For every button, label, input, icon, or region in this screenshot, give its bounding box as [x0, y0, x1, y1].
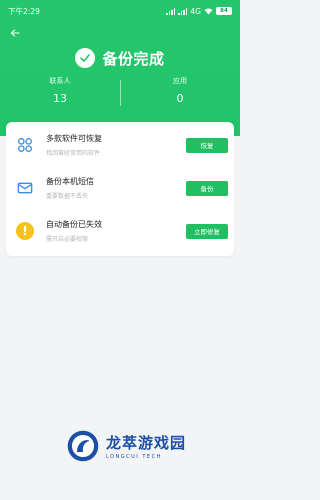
- watermark-sub: LONGCUI TECH: [106, 454, 162, 460]
- message-envelope-icon: [16, 179, 34, 197]
- backup-button[interactable]: 备份: [186, 180, 228, 196]
- row-title: 多款软件可恢复: [46, 134, 102, 143]
- list-item-backup-sms[interactable]: 备份本机短信 重要数据不丢失 备份: [6, 167, 234, 209]
- back-arrow-icon: [10, 29, 20, 37]
- row-subtitle: 重要数据不丢失: [46, 193, 89, 200]
- title-row: 备份完成: [0, 46, 240, 70]
- signal-icon-2: [178, 7, 188, 15]
- status-time: 下午2:29: [8, 6, 40, 16]
- stat-label: 联系人: [49, 77, 71, 85]
- row-subtitle: 找回曾经常用的软件: [46, 150, 101, 157]
- suggestion-card: 多款软件可恢复 找回曾经常用的软件 恢复 备份本机短信 重要数据不丢失 备份 !…: [6, 122, 234, 256]
- watermark-logo: 龙萃游戏园 LONGCUI TECH: [66, 426, 226, 466]
- row-title: 备份本机短信: [46, 177, 94, 186]
- network-type: 4G: [190, 6, 201, 16]
- battery-indicator: 84: [216, 7, 232, 15]
- list-item-restore-apps[interactable]: 多款软件可恢复 找回曾经常用的软件 恢复: [6, 124, 234, 166]
- stat-apps: 应用 0: [120, 76, 240, 112]
- status-icons: 4G 84: [166, 7, 232, 16]
- header-banner: 下午2:29 4G 84 备份完成 联系人 13 应用 0: [0, 0, 240, 136]
- signal-icon: [166, 7, 176, 15]
- watermark-text: 龙萃游戏园 LONGCUI TECH: [106, 432, 186, 460]
- stat-divider: [120, 80, 121, 106]
- stat-label: 应用: [173, 77, 187, 85]
- row-text: 多款软件可恢复 找回曾经常用的软件: [46, 133, 102, 157]
- dragon-logo-icon: [67, 430, 99, 462]
- row-subtitle: 需开启必要权限: [46, 236, 89, 243]
- row-title: 自动备份已失效: [46, 220, 102, 229]
- restore-button[interactable]: 恢复: [186, 137, 228, 153]
- fix-now-button[interactable]: 立即修复: [186, 223, 228, 239]
- wifi-icon: [204, 8, 213, 14]
- stat-contacts: 联系人 13: [0, 76, 120, 112]
- stat-value: 0: [176, 92, 184, 105]
- back-button[interactable]: [8, 26, 22, 40]
- status-bar: 下午2:29 4G 84: [0, 0, 240, 22]
- backup-stats: 联系人 13 应用 0: [0, 76, 240, 112]
- row-text: 备份本机短信 重要数据不丢失: [46, 176, 94, 200]
- list-item-auto-backup[interactable]: ! 自动备份已失效 需开启必要权限 立即修复: [6, 210, 234, 252]
- check-circle-icon: [75, 48, 96, 68]
- watermark-name: 龙萃游戏园: [106, 434, 187, 452]
- warning-icon: !: [16, 222, 34, 240]
- stat-value: 13: [53, 92, 67, 105]
- exclamation-icon: !: [16, 222, 34, 240]
- row-text: 自动备份已失效 需开启必要权限: [46, 219, 102, 243]
- apps-grid-icon: [16, 136, 34, 154]
- page-title: 备份完成: [102, 49, 165, 68]
